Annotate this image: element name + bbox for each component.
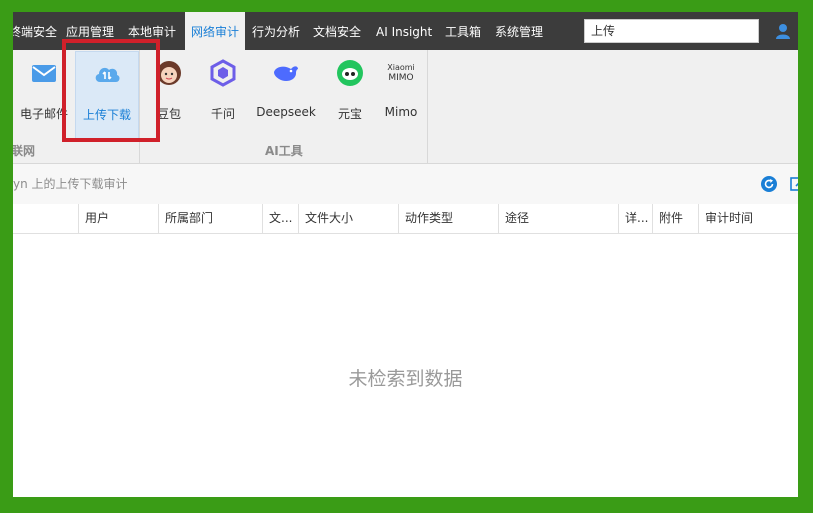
group-label-ai-tools: AI工具 — [265, 144, 303, 158]
qianwen-icon — [210, 59, 236, 87]
tool-mimo[interactable]: Xiaomi MIMO Mimo — [380, 58, 422, 119]
menu-item-document-security[interactable]: 文档安全 — [313, 12, 361, 50]
deepseek-icon — [274, 66, 298, 82]
empty-state-message: 未检索到数据 — [348, 368, 463, 390]
column-header-action-type[interactable]: 动作类型 — [398, 204, 498, 233]
menu-item-behavior-analysis[interactable]: 行为分析 — [252, 12, 300, 50]
column-header-file-size[interactable]: 文件大小 — [298, 204, 398, 233]
group-divider — [427, 50, 428, 163]
export-icon[interactable] — [790, 176, 798, 192]
yuanbao-icon — [337, 60, 363, 86]
menu-item-toolbox[interactable]: 工具箱 — [445, 12, 481, 50]
search-input[interactable]: 上传 — [584, 19, 759, 43]
column-header-channel[interactable]: 途径 — [498, 204, 618, 233]
menu-item-network-audit[interactable]: 网络审计 — [185, 12, 246, 50]
mimo-icon: Xiaomi MIMO — [387, 63, 415, 83]
column-header-department[interactable]: 所属部门 — [158, 204, 262, 233]
svg-text:MIMO: MIMO — [388, 73, 413, 83]
column-header-file[interactable]: 文... — [262, 204, 298, 233]
audit-subtitle: yn 上的上传下载审计 — [13, 177, 128, 191]
column-header-audit-time[interactable]: 审计时间 — [698, 204, 798, 233]
menu-item-endpoint-security[interactable]: 终端安全 — [13, 12, 57, 50]
tool-label: 元宝 — [337, 107, 362, 121]
subtitle-bar: yn 上的上传下载审计 — [13, 164, 798, 205]
mail-icon — [32, 65, 56, 82]
column-header-detail[interactable]: 详... — [618, 204, 652, 233]
user-icon[interactable] — [775, 23, 791, 40]
refresh-icon[interactable] — [761, 176, 777, 192]
group-label-network: 联网 — [13, 144, 36, 158]
highlight-annotation-box — [62, 39, 160, 142]
tool-label: 千问 — [210, 107, 235, 121]
menu-item-ai-insight[interactable]: AI Insight — [376, 12, 432, 50]
tool-label: Deepseek — [256, 105, 316, 119]
tool-label: Mimo — [384, 105, 418, 119]
tool-qianwen[interactable]: 千问 — [203, 58, 243, 122]
menu-item-system-management[interactable]: 系统管理 — [495, 12, 543, 50]
table-header: 用户 所属部门 文... 文件大小 动作类型 途径 详... 附件 审计时间 — [13, 204, 798, 234]
tool-yuanbao[interactable]: 元宝 — [330, 58, 370, 122]
svg-text:Xiaomi: Xiaomi — [387, 63, 415, 72]
column-header-attachment[interactable]: 附件 — [652, 204, 698, 233]
app-window: 终端安全 应用管理 本地审计 网络审计 行为分析 文档安全 AI Insight… — [13, 12, 798, 497]
tool-deepseek[interactable]: Deepseek — [255, 58, 317, 119]
column-header-user[interactable]: 用户 — [78, 204, 160, 233]
